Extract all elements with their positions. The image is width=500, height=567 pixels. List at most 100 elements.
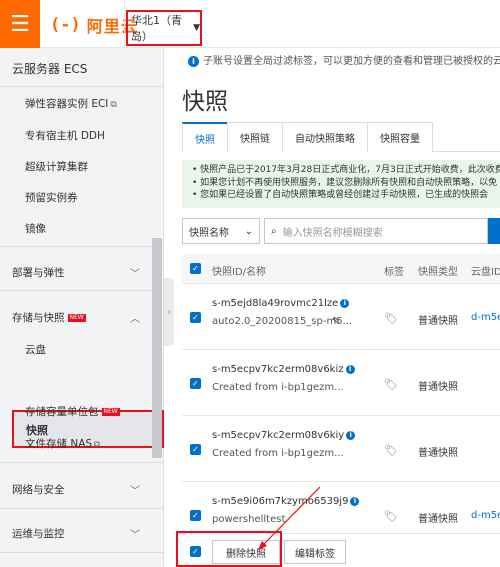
snapshot-id-text: s-m5ejd8la49rovmc21lze	[212, 298, 339, 309]
page-title: 快照	[182, 89, 228, 115]
sidebar-item-label: 云盘	[25, 344, 46, 356]
sidebar-item-label: 超级计算集群	[25, 161, 88, 173]
logo-mark: (-)	[50, 15, 81, 35]
sidebar-item-eci[interactable]: 弹性容器实例 ECI ⧉	[25, 96, 117, 111]
snapshot-id[interactable]: s-m5ejd8la49rovmc21lze i	[212, 298, 350, 309]
caret-down-icon: ▼	[193, 23, 200, 33]
alert-line: 快照产品已于2017年3月28日正式商业化，7月3日正式开始收费，此次收费	[192, 164, 500, 177]
filter-bar: 快照名称 ⌄ ⌕ 输入快照名称模糊搜索	[182, 218, 500, 244]
sidebar-item-nas[interactable]: 文件存储 NAS ⧉	[25, 436, 100, 451]
notice-text: 子账号设置全局过滤标签，可以更加方便的查看和管理已被授权的云资源	[203, 56, 500, 67]
collapse-sidebar-handle[interactable]: ‹	[164, 278, 174, 346]
snapshot-name: Created from i-bp1gezm...	[212, 382, 344, 393]
divider	[124, 0, 125, 48]
info-icon[interactable]: i	[340, 299, 350, 308]
row-checkbox[interactable]: ✓	[190, 378, 201, 389]
sidebar-group-ops[interactable]: 运维与监控	[12, 526, 65, 541]
sidebar-item-label: 弹性容器实例 ECI	[25, 98, 109, 110]
column-header-disk: 云盘ID	[471, 267, 500, 278]
search-icon: ⌕	[271, 225, 277, 237]
divider	[0, 508, 164, 509]
region-label: 华北1（青岛）	[131, 14, 182, 43]
sidebar-group-label: 部署与弹性	[12, 267, 65, 279]
disk-id-link[interactable]: d-m5e4	[471, 312, 500, 323]
snapshot-id[interactable]: s-m5ecpv7kc2erm08v6kiz i	[212, 364, 355, 375]
tag-icon[interactable]: 🏷	[384, 378, 398, 391]
row-checkbox[interactable]: ✓	[190, 510, 201, 521]
filter-select-value: 快照名称	[189, 227, 229, 239]
external-link-icon: ⧉	[110, 100, 117, 110]
info-icon[interactable]: i	[350, 497, 360, 506]
tab-snapshot-capacity[interactable]: 快照容量	[367, 122, 433, 152]
sidebar-item-image[interactable]: 镜像	[25, 221, 46, 236]
divider	[0, 552, 164, 553]
new-badge: NEW	[101, 408, 120, 416]
info-icon[interactable]: i	[345, 365, 355, 374]
tab-bar: 快照 快照链 自动快照策略 快照容量	[182, 122, 500, 153]
sidebar-group-label: 存储与快照	[12, 312, 65, 324]
hamburger-icon[interactable]: ☰	[0, 0, 40, 48]
snapshot-id[interactable]: s-m5ecpv7kc2erm08v6kiy i	[212, 430, 356, 441]
column-header-type: 快照类型	[418, 267, 458, 278]
sidebar-item-reserved[interactable]: 预留实例券	[25, 190, 78, 205]
tag-icon[interactable]: 🏷	[384, 444, 398, 457]
sidebar-group-label: 网络与安全	[12, 484, 65, 496]
search-button[interactable]	[488, 218, 500, 244]
highlight-box	[176, 531, 282, 567]
sidebar-item-scc[interactable]: 超级计算集群	[25, 159, 88, 174]
snapshot-table: ✓ 快照ID/名称 标签 快照类型 云盘ID ✓ s-m5ejd8la49rov…	[182, 254, 500, 548]
chevron-down-icon[interactable]: ﹀	[130, 265, 140, 280]
sidebar-group-label: 运维与监控	[12, 528, 65, 540]
sidebar-group-network[interactable]: 网络与安全	[12, 482, 65, 497]
search-placeholder: 输入快照名称模糊搜索	[282, 227, 383, 239]
sidebar-item-ddh[interactable]: 专有宿主机 DDH	[25, 128, 105, 143]
column-header-id: 快照ID/名称	[212, 267, 267, 278]
chevron-up-icon[interactable]: ︿	[130, 310, 140, 325]
alert-line: 您如果已经设置了自动快照策略或曾经创建过手动快照，已生成的快照会	[192, 189, 500, 202]
sidebar-group-deploy[interactable]: 部署与弹性	[12, 265, 65, 280]
region-selector[interactable]: 华北1（青岛） ▼	[126, 10, 202, 46]
sidebar: 云服务器 ECS 弹性容器实例 ECI ⧉ 专有宿主机 DDH 超级计算集群 预留…	[0, 48, 164, 567]
snapshot-id[interactable]: s-m5e9i06m7kzymo6539j9 i	[212, 496, 360, 507]
sidebar-scrollbar[interactable]	[152, 238, 162, 458]
sidebar-group-storage[interactable]: 存储与快照 NEW	[12, 310, 86, 325]
tab-snapshot-chain[interactable]: 快照链	[227, 122, 283, 152]
top-bar: ☰ (-) 阿里云 华北1（青岛） ▼	[0, 0, 500, 48]
chevron-down-icon[interactable]: ﹀	[130, 482, 140, 497]
snapshot-type: 普通快照	[418, 382, 458, 393]
sidebar-item-label: 文件存储 NAS	[25, 438, 93, 450]
chevron-down-icon[interactable]: ﹀	[130, 526, 140, 541]
info-alert: 快照产品已于2017年3月28日正式商业化，7月3日正式开始收费，此次收费 如果…	[182, 160, 500, 208]
sidebar-item-label: 镜像	[25, 223, 46, 235]
select-all-checkbox[interactable]: ✓	[190, 263, 201, 274]
tag-icon[interactable]: 🏷	[384, 510, 398, 523]
edit-pencil-icon[interactable]: ✎	[332, 316, 340, 327]
edit-tags-button[interactable]: 编辑标签	[284, 540, 346, 564]
info-icon[interactable]: i	[346, 431, 356, 440]
snapshot-id-text: s-m5e9i06m7kzymo6539j9	[212, 496, 349, 507]
search-input[interactable]: ⌕ 输入快照名称模糊搜索	[264, 218, 488, 244]
alert-line: 如果您计划不再使用快照服务，建议您删除所有快照和自动快照策略，以免	[192, 177, 500, 190]
sidebar-item-label: 存储容量单位包	[25, 406, 99, 418]
row-checkbox[interactable]: ✓	[190, 312, 201, 323]
tab-auto-policy[interactable]: 自动快照策略	[282, 122, 368, 152]
snapshot-name: powershelltest	[212, 514, 286, 525]
sidebar-item-capacity[interactable]: 存储容量单位包 NEW	[25, 404, 120, 419]
notice-bar: i 子账号设置全局过滤标签，可以更加方便的查看和管理已被授权的云资源	[174, 52, 500, 67]
divider	[0, 86, 164, 87]
disk-id-link[interactable]: d-m5e6	[471, 510, 500, 521]
main-content: i 子账号设置全局过滤标签，可以更加方便的查看和管理已被授权的云资源 快照 快照 …	[174, 48, 500, 567]
sidebar-item-disk[interactable]: 云盘	[25, 342, 46, 357]
snapshot-type: 普通快照	[418, 448, 458, 459]
tag-icon[interactable]: 🏷	[384, 312, 398, 325]
row-checkbox[interactable]: ✓	[190, 444, 201, 455]
snapshot-type: 普通快照	[418, 514, 458, 525]
snapshot-name: Created from i-bp1gezm...	[212, 448, 344, 459]
filter-field-select[interactable]: 快照名称 ⌄	[182, 218, 260, 244]
sidebar-item-label: 专有宿主机 DDH	[25, 130, 105, 142]
tab-snapshot[interactable]: 快照	[182, 122, 228, 153]
column-header-tag: 标签	[384, 267, 404, 278]
table-header: ✓ 快照ID/名称 标签 快照类型 云盘ID	[182, 254, 500, 284]
snapshot-id-text: s-m5ecpv7kc2erm08v6kiy	[212, 430, 345, 441]
snapshot-type: 普通快照	[418, 316, 458, 327]
